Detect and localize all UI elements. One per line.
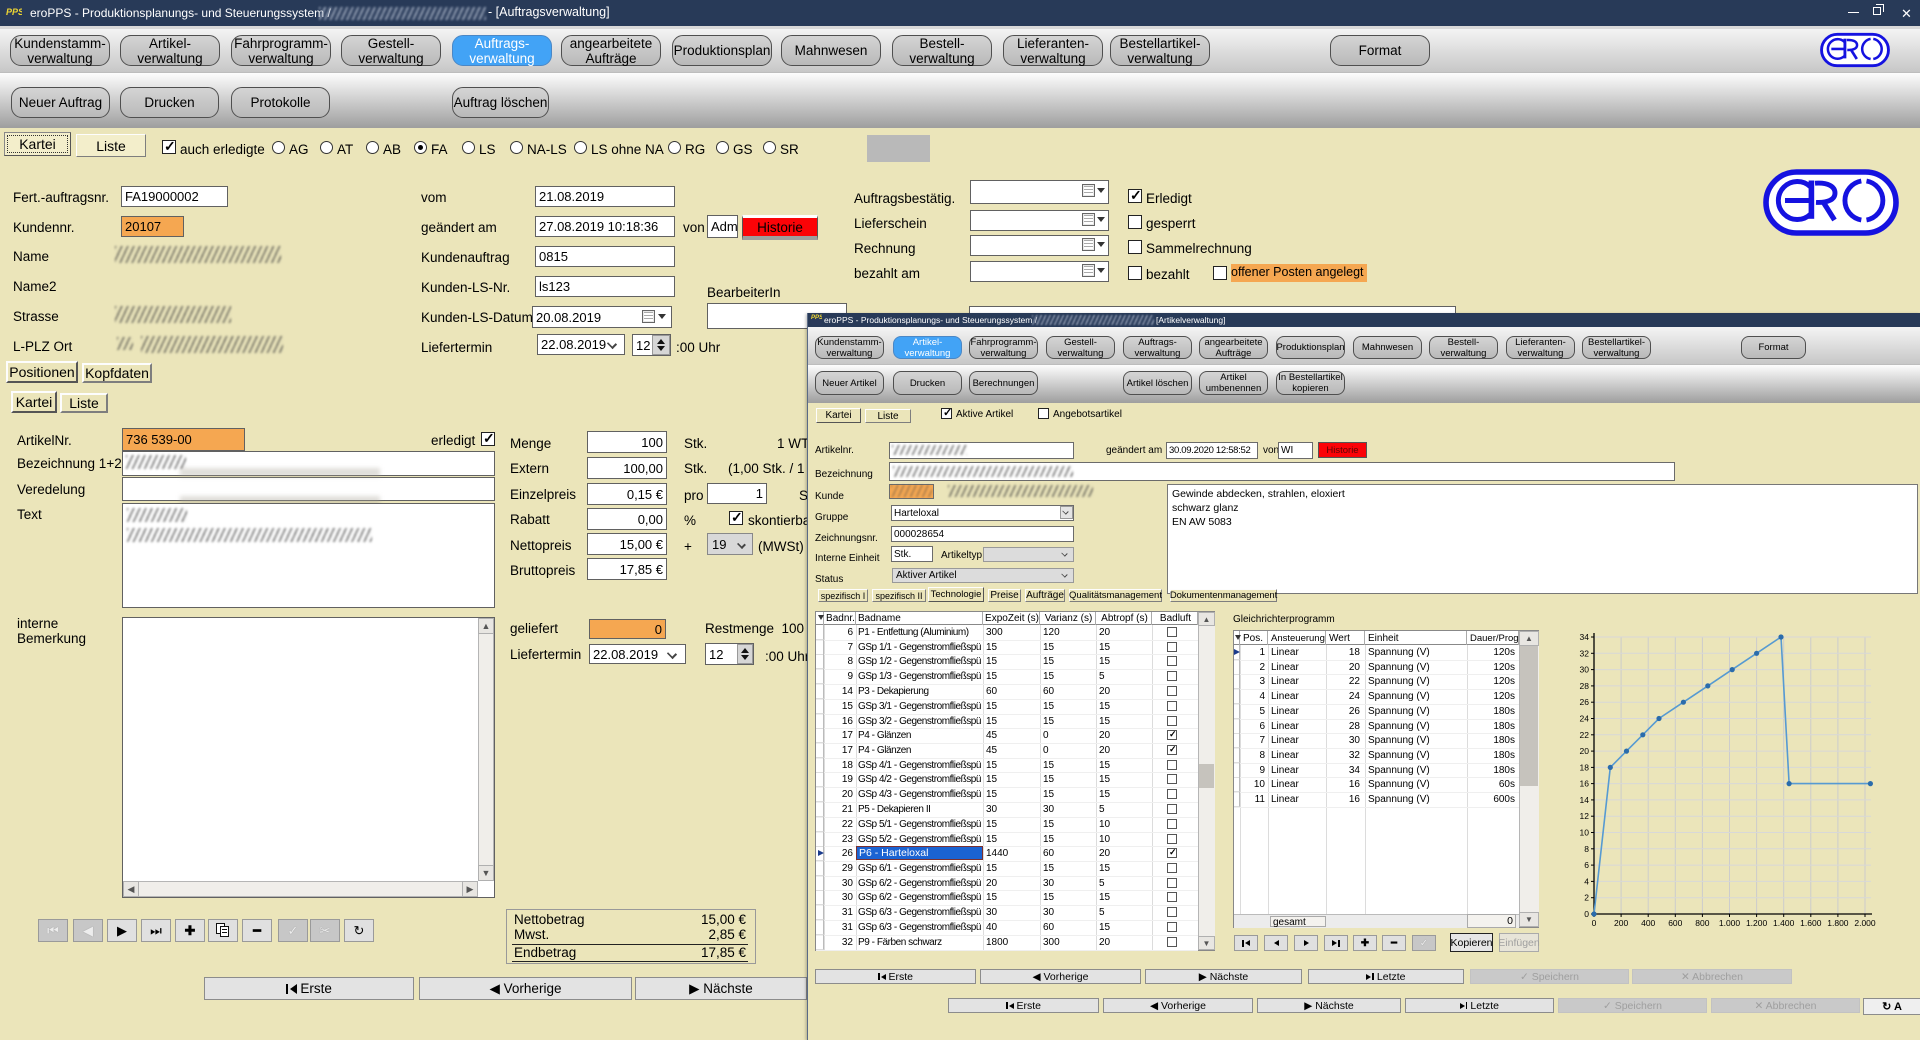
svg-text:14: 14	[1580, 795, 1590, 805]
svg-text:1.800: 1.800	[1827, 918, 1849, 928]
svg-text:1.000: 1.000	[1719, 918, 1741, 928]
svg-text:26: 26	[1580, 697, 1590, 707]
svg-text:0: 0	[1592, 918, 1597, 928]
svg-text:1.400: 1.400	[1773, 918, 1795, 928]
svg-text:2: 2	[1584, 893, 1589, 903]
svg-text:4: 4	[1584, 876, 1589, 886]
svg-text:28: 28	[1580, 681, 1590, 691]
svg-text:0: 0	[1584, 909, 1589, 919]
svg-text:22: 22	[1580, 730, 1590, 740]
svg-text:8: 8	[1584, 844, 1589, 854]
svg-text:32: 32	[1580, 648, 1590, 658]
svg-text:6: 6	[1584, 860, 1589, 870]
svg-text:34: 34	[1580, 632, 1590, 642]
svg-text:200: 200	[1614, 918, 1628, 928]
svg-text:16: 16	[1580, 779, 1590, 789]
svg-text:10: 10	[1580, 828, 1590, 838]
svg-text:20: 20	[1580, 746, 1590, 756]
svg-text:800: 800	[1695, 918, 1709, 928]
svg-text:12: 12	[1580, 811, 1590, 821]
svg-text:1.200: 1.200	[1746, 918, 1768, 928]
svg-text:18: 18	[1580, 762, 1590, 772]
svg-text:600: 600	[1668, 918, 1682, 928]
svg-text:1.600: 1.600	[1800, 918, 1822, 928]
svg-text:2.000: 2.000	[1854, 918, 1876, 928]
svg-text:24: 24	[1580, 714, 1590, 724]
svg-text:400: 400	[1641, 918, 1655, 928]
svg-text:30: 30	[1580, 665, 1590, 675]
